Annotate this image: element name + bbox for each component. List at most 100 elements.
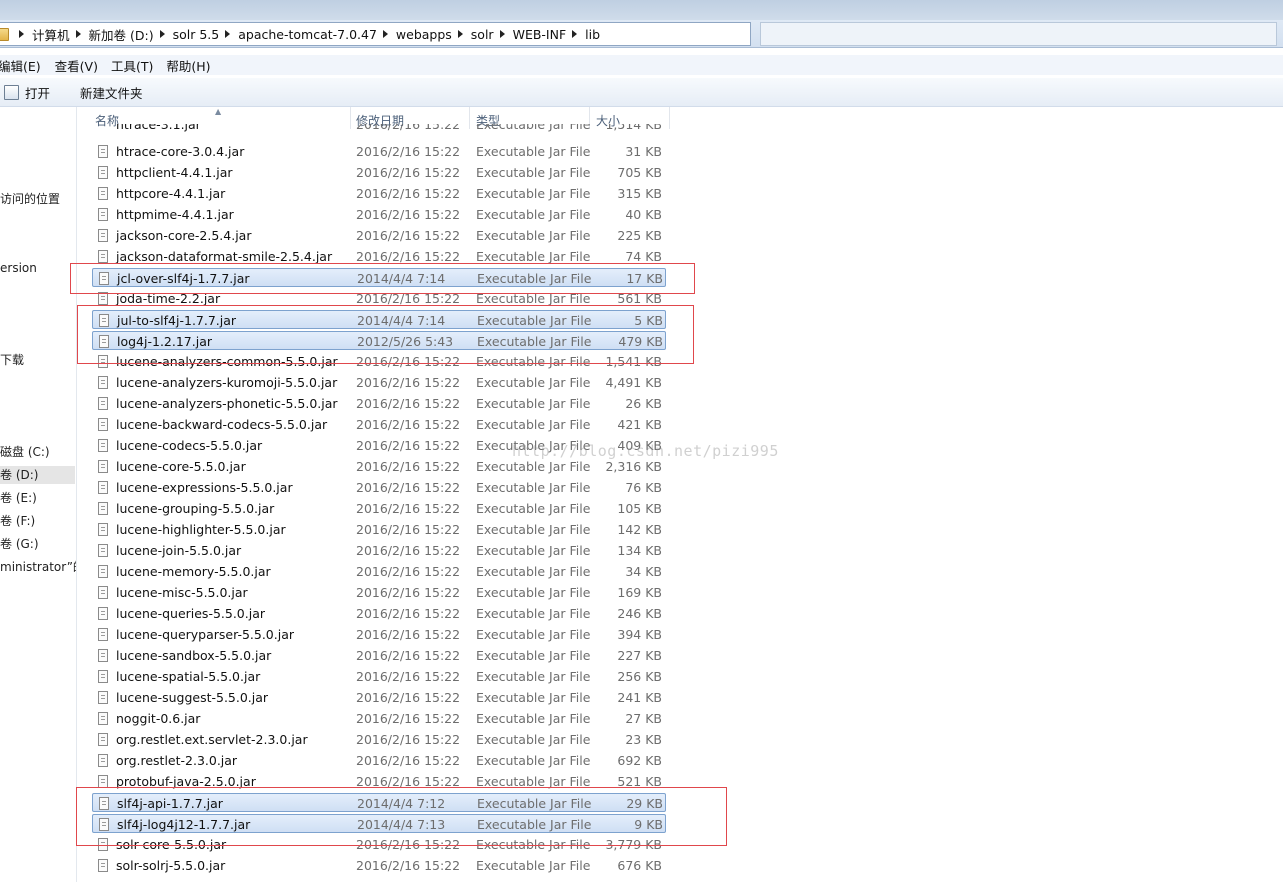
- file-size: 692 KB: [617, 753, 662, 768]
- file-date: 2016/2/16 15:22: [356, 753, 461, 768]
- file-name: htrace-core-3.0.4.jar: [116, 144, 245, 159]
- file-name: slf4j-api-1.7.7.jar: [117, 796, 223, 811]
- table-row[interactable]: lucene-grouping-5.5.0.jar 2016/2/16 15:22…: [92, 499, 666, 518]
- file-name: lucene-spatial-5.5.0.jar: [116, 669, 261, 684]
- table-row[interactable]: lucene-sandbox-5.5.0.jar 2016/2/16 15:22 E…: [92, 646, 666, 665]
- table-row[interactable]: jcl-over-slf4j-1.7.7.jar 2014/4/4 7:14 Exe…: [92, 268, 666, 287]
- file-date: 2016/2/16 15:22: [356, 124, 461, 132]
- breadcrumb-arrow-icon[interactable]: [159, 30, 165, 38]
- nav-item[interactable]: 卷 (E:): [0, 489, 37, 507]
- file-type: Executable Jar File: [476, 207, 591, 222]
- file-name: jcl-over-slf4j-1.7.7.jar: [117, 271, 250, 286]
- table-row[interactable]: slf4j-api-1.7.7.jar 2014/4/4 7:12 Executab…: [92, 793, 666, 812]
- table-row[interactable]: lucene-expressions-5.5.0.jar 2016/2/16 15…: [92, 478, 666, 497]
- table-row[interactable]: jackson-dataformat-smile-2.5.4.jar 2016/2…: [92, 247, 666, 266]
- jar-file-icon: [99, 335, 109, 348]
- file-date: 2016/2/16 15:22: [356, 690, 461, 705]
- table-row[interactable]: protobuf-java-2.5.0.jar 2016/2/16 15:22 Ex…: [92, 772, 666, 791]
- file-size: 561 KB: [617, 291, 662, 306]
- table-row[interactable]: httpclient-4.4.1.jar 2016/2/16 15:22 Execu…: [92, 163, 666, 182]
- table-row[interactable]: lucene-suggest-5.5.0.jar 2016/2/16 15:22 E…: [92, 688, 666, 707]
- table-row[interactable]: lucene-analyzers-phonetic-5.5.0.jar 2016/…: [92, 394, 666, 413]
- breadcrumb-arrow-icon[interactable]: [499, 30, 505, 38]
- table-row[interactable]: noggit-0.6.jar 2016/2/16 15:22 Executable …: [92, 709, 666, 728]
- table-row[interactable]: org.restlet.ext.servlet-2.3.0.jar 2016/2/…: [92, 730, 666, 749]
- file-type: Executable Jar File: [476, 753, 591, 768]
- table-row[interactable]: org.restlet-2.3.0.jar 2016/2/16 15:22 Exec…: [92, 751, 666, 770]
- breadcrumb-arrow-icon[interactable]: [19, 30, 24, 38]
- file-size: 134 KB: [617, 543, 662, 558]
- nav-item[interactable]: 下载: [0, 351, 24, 369]
- table-row[interactable]: lucene-highlighter-5.5.0.jar 2016/2/16 15…: [92, 520, 666, 539]
- table-row[interactable]: lucene-analyzers-common-5.5.0.jar 2016/2/…: [92, 352, 666, 371]
- table-row[interactable]: lucene-misc-5.5.0.jar 2016/2/16 15:22 Exec…: [92, 583, 666, 602]
- table-row-partial[interactable]: htrace-3.1.jar 2016/2/16 15:22 Executabl…: [92, 124, 666, 134]
- breadcrumb-item[interactable]: apache-tomcat-7.0.47: [238, 27, 377, 42]
- breadcrumb-item[interactable]: webapps: [396, 27, 452, 42]
- nav-item[interactable]: 卷 (D:): [0, 466, 75, 484]
- menu-item[interactable]: 查看(V): [55, 56, 98, 75]
- table-row[interactable]: log4j-1.2.17.jar 2012/5/26 5:43 Executable…: [92, 331, 666, 350]
- new-folder-button[interactable]: 新建文件夹: [80, 83, 143, 102]
- file-name: htrace-3.1.jar: [116, 124, 201, 132]
- nav-item[interactable]: ersion: [0, 259, 37, 277]
- nav-item[interactable]: 卷 (G:): [0, 535, 39, 553]
- table-row[interactable]: solr-core-5.5.0.jar 2016/2/16 15:22 Execut…: [92, 835, 666, 854]
- search-box[interactable]: [760, 22, 1277, 46]
- file-type: Executable Jar File: [476, 627, 591, 642]
- breadcrumb-arrow-icon[interactable]: [225, 30, 231, 38]
- table-row[interactable]: jackson-core-2.5.4.jar 2016/2/16 15:22 Exe…: [92, 226, 666, 245]
- table-row[interactable]: jul-to-slf4j-1.7.7.jar 2014/4/4 7:14 Execu…: [92, 310, 666, 329]
- table-row[interactable]: lucene-analyzers-kuromoji-5.5.0.jar 2016/…: [92, 373, 666, 392]
- table-row[interactable]: lucene-memory-5.5.0.jar 2016/2/16 15:22 Ex…: [92, 562, 666, 581]
- file-date: 2016/2/16 15:22: [356, 627, 461, 642]
- address-breadcrumb[interactable]: 计算机 新加卷 (D:) solr 5.5 apache-tomcat-7.0.47 w…: [0, 22, 751, 46]
- breadcrumb-item[interactable]: lib: [585, 27, 600, 42]
- nav-item[interactable]: 磁盘 (C:): [0, 443, 50, 461]
- menu-item[interactable]: 工具(T): [111, 56, 153, 75]
- breadcrumb-arrow-icon[interactable]: [572, 30, 578, 38]
- file-name: lucene-queryparser-5.5.0.jar: [116, 627, 295, 642]
- breadcrumb-item[interactable]: 计算机: [32, 25, 70, 44]
- nav-item[interactable]: 访问的位置: [0, 190, 60, 208]
- nav-item[interactable]: ministrator”的: [0, 558, 76, 576]
- menu-item[interactable]: 帮助(H): [166, 56, 210, 75]
- jar-file-icon: [98, 733, 108, 746]
- file-size: 421 KB: [617, 417, 662, 432]
- table-row[interactable]: joda-time-2.2.jar 2016/2/16 15:22 Executab…: [92, 289, 666, 308]
- table-row[interactable]: httpmime-4.4.1.jar 2016/2/16 15:22 Executa…: [92, 205, 666, 224]
- jar-file-icon: [98, 565, 108, 578]
- table-row[interactable]: httpcore-4.4.1.jar 2016/2/16 15:22 Executa…: [92, 184, 666, 203]
- breadcrumb-arrow-icon[interactable]: [457, 30, 463, 38]
- breadcrumb-item[interactable]: solr: [471, 27, 494, 42]
- file-size: 40 KB: [625, 207, 662, 222]
- jar-file-icon: [98, 460, 108, 473]
- file-date: 2016/2/16 15:22: [356, 375, 461, 390]
- breadcrumb-item[interactable]: solr 5.5: [173, 27, 220, 42]
- table-row[interactable]: solr-solrj-5.5.0.jar 2016/2/16 15:22 Execu…: [92, 856, 666, 875]
- file-type: Executable Jar File: [476, 585, 591, 600]
- breadcrumb-arrow-icon[interactable]: [75, 30, 81, 38]
- table-row[interactable]: slf4j-log4j12-1.7.7.jar 2014/4/4 7:13 Exec…: [92, 814, 666, 833]
- breadcrumb-arrow-icon[interactable]: [382, 30, 388, 38]
- table-row[interactable]: lucene-queries-5.5.0.jar 2016/2/16 15:22 E…: [92, 604, 666, 623]
- breadcrumb-item[interactable]: WEB-INF: [513, 27, 567, 42]
- file-name: lucene-memory-5.5.0.jar: [116, 564, 271, 579]
- table-row[interactable]: lucene-queryparser-5.5.0.jar 2016/2/16 15…: [92, 625, 666, 644]
- nav-item[interactable]: 卷 (F:): [0, 512, 35, 530]
- file-name: lucene-core-5.5.0.jar: [116, 459, 246, 474]
- jar-file-icon: [98, 166, 108, 179]
- table-row[interactable]: lucene-spatial-5.5.0.jar 2016/2/16 15:22 E…: [92, 667, 666, 686]
- table-row[interactable]: lucene-backward-codecs-5.5.0.jar 2016/2/1…: [92, 415, 666, 434]
- jar-file-icon: [98, 145, 108, 158]
- breadcrumb-item[interactable]: 新加卷 (D:): [89, 25, 154, 44]
- jar-file-icon: [98, 775, 108, 788]
- table-row[interactable]: lucene-join-5.5.0.jar 2016/2/16 15:22 Exec…: [92, 541, 666, 560]
- table-row[interactable]: htrace-core-3.0.4.jar 2016/2/16 15:22 Exec…: [92, 142, 666, 161]
- file-size: 705 KB: [617, 165, 662, 180]
- file-type: Executable Jar File: [476, 165, 591, 180]
- menu-item[interactable]: 编辑(E): [0, 56, 41, 75]
- jar-file-icon: [98, 376, 108, 389]
- jar-file-icon: [98, 607, 108, 620]
- open-button[interactable]: 打开: [0, 83, 50, 102]
